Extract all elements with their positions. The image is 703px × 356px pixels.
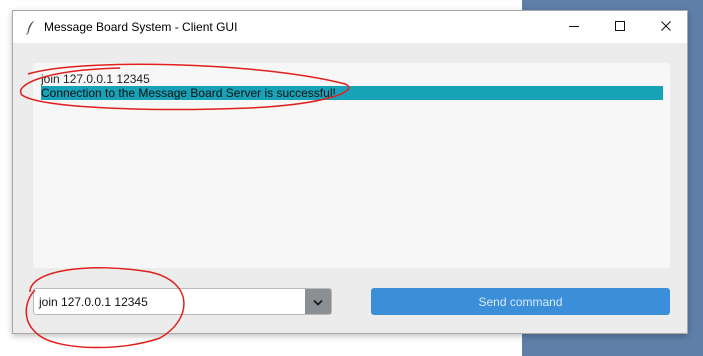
maximize-icon: [614, 19, 626, 35]
close-icon: [660, 19, 672, 35]
close-button[interactable]: [643, 11, 689, 43]
message-log[interactable]: join 127.0.0.1 12345 Connection to the M…: [33, 63, 670, 268]
log-line-selected[interactable]: Connection to the Message Board Server i…: [41, 86, 663, 100]
client-window: Message Board System - Client GUI join 1…: [12, 10, 688, 334]
command-combobox[interactable]: join 127.0.0.1 12345: [33, 288, 332, 315]
minimize-icon: [568, 19, 580, 35]
feather-icon: [23, 19, 39, 35]
send-command-button[interactable]: Send command: [371, 288, 670, 315]
dropdown-button[interactable]: [305, 289, 331, 314]
maximize-button[interactable]: [597, 11, 643, 43]
window-title: Message Board System - Client GUI: [44, 20, 238, 34]
command-input[interactable]: join 127.0.0.1 12345: [39, 295, 148, 309]
title-bar[interactable]: Message Board System - Client GUI: [13, 11, 687, 43]
minimize-button[interactable]: [551, 11, 597, 43]
chevron-down-icon: [313, 293, 323, 311]
log-line: join 127.0.0.1 12345: [41, 72, 150, 86]
